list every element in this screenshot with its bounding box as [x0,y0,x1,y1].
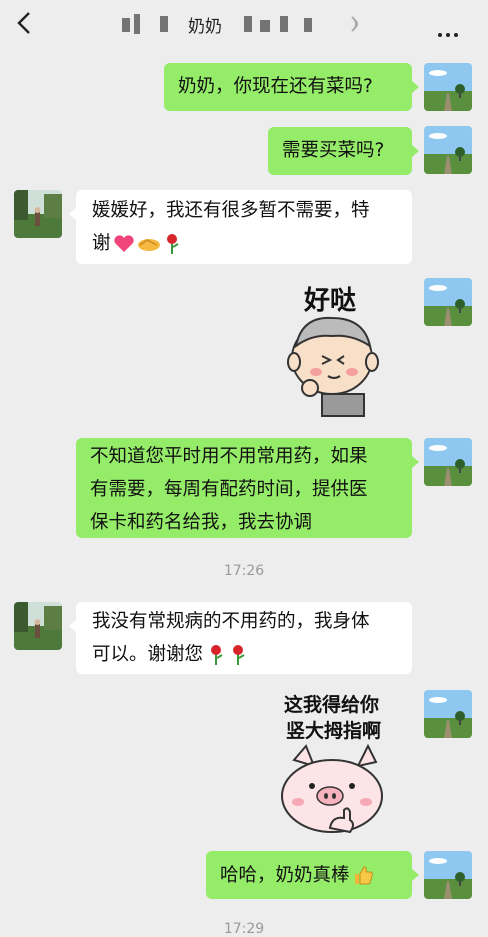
privacy-mosaic [304,18,312,32]
heart-emoji-icon [113,234,134,252]
message-text: 可以。谢谢您 [92,644,204,665]
timestamp: 17:26 [223,563,265,579]
privacy-mosaic [160,16,168,32]
privacy-mosaic [244,16,252,32]
message-text: 我没有常规病的不用药的，我身体 [92,611,370,632]
rose-emoji-icon [166,233,179,254]
message-bubble[interactable]: 奶奶，你现在还有菜吗? [164,63,412,111]
my-avatar[interactable] [424,63,472,111]
message-text: 哈哈，奶奶真棒 [220,864,350,886]
timestamp: 17:29 [223,921,265,937]
message-text: 有需要，每周有配药时间，提供医 [90,479,368,500]
my-avatar[interactable] [424,278,472,326]
bubble-tail [412,456,419,468]
chat-title: 奶奶 [188,17,222,37]
voice-icon [351,16,358,32]
bubble-tail [69,208,76,220]
more-icon[interactable] [438,22,462,41]
message-text: 谢 [92,233,111,254]
privacy-mosaic [122,18,130,32]
privacy-mosaic [280,16,288,32]
grandma-avatar[interactable] [14,602,62,650]
privacy-mosaic [260,20,270,32]
thumbs-up-emoji-icon [354,866,373,885]
message-text: 媛媛好，我还有很多暂不需要，特 [92,200,370,221]
bubble-tail [412,81,419,93]
message-bubble[interactable]: 哈哈，奶奶真棒 [206,851,412,899]
bubble-tail [412,869,419,881]
message-text: 需要买菜吗? [282,140,385,161]
back-icon[interactable] [12,10,38,36]
pig-sticker-icon [281,743,383,834]
message-bubble[interactable]: 我没有常规病的不用药的，我身体 可以。谢谢您 [76,602,412,674]
my-avatar[interactable] [424,690,472,738]
message-bubble[interactable]: 不知道您平时用不用常用药，如果 有需要，每周有配药时间，提供医 保卡和药名给我，… [76,438,412,538]
handshake-emoji-icon [137,238,160,251]
message-text: 不知道您平时用不用常用药，如果 [90,446,368,467]
message-text: 奶奶，你现在还有菜吗? [178,76,373,97]
title-area: 奶奶 [120,10,370,38]
chat-header: 奶奶 [0,0,488,48]
rose-emoji-icon [211,644,223,665]
privacy-mosaic [134,14,140,34]
sticker-thumbs-up-pig[interactable]: 这我得给你 竖大拇指啊 [272,688,414,840]
message-text: 保卡和药名给我，我去协调 [90,512,313,533]
message-bubble[interactable]: 需要买菜吗? [268,127,412,175]
bubble-tail [412,145,419,157]
old-man-sticker-icon [287,316,379,417]
my-avatar[interactable] [424,438,472,486]
bubble-tail [69,620,76,632]
my-avatar[interactable] [424,851,472,899]
sticker-haoda[interactable]: 好哒 [282,276,412,422]
message-bubble[interactable]: 媛媛好，我还有很多暂不需要，特 谢 [76,190,412,264]
my-avatar[interactable] [424,126,472,174]
grandma-avatar[interactable] [14,190,62,238]
rose-emoji-icon [233,644,245,665]
